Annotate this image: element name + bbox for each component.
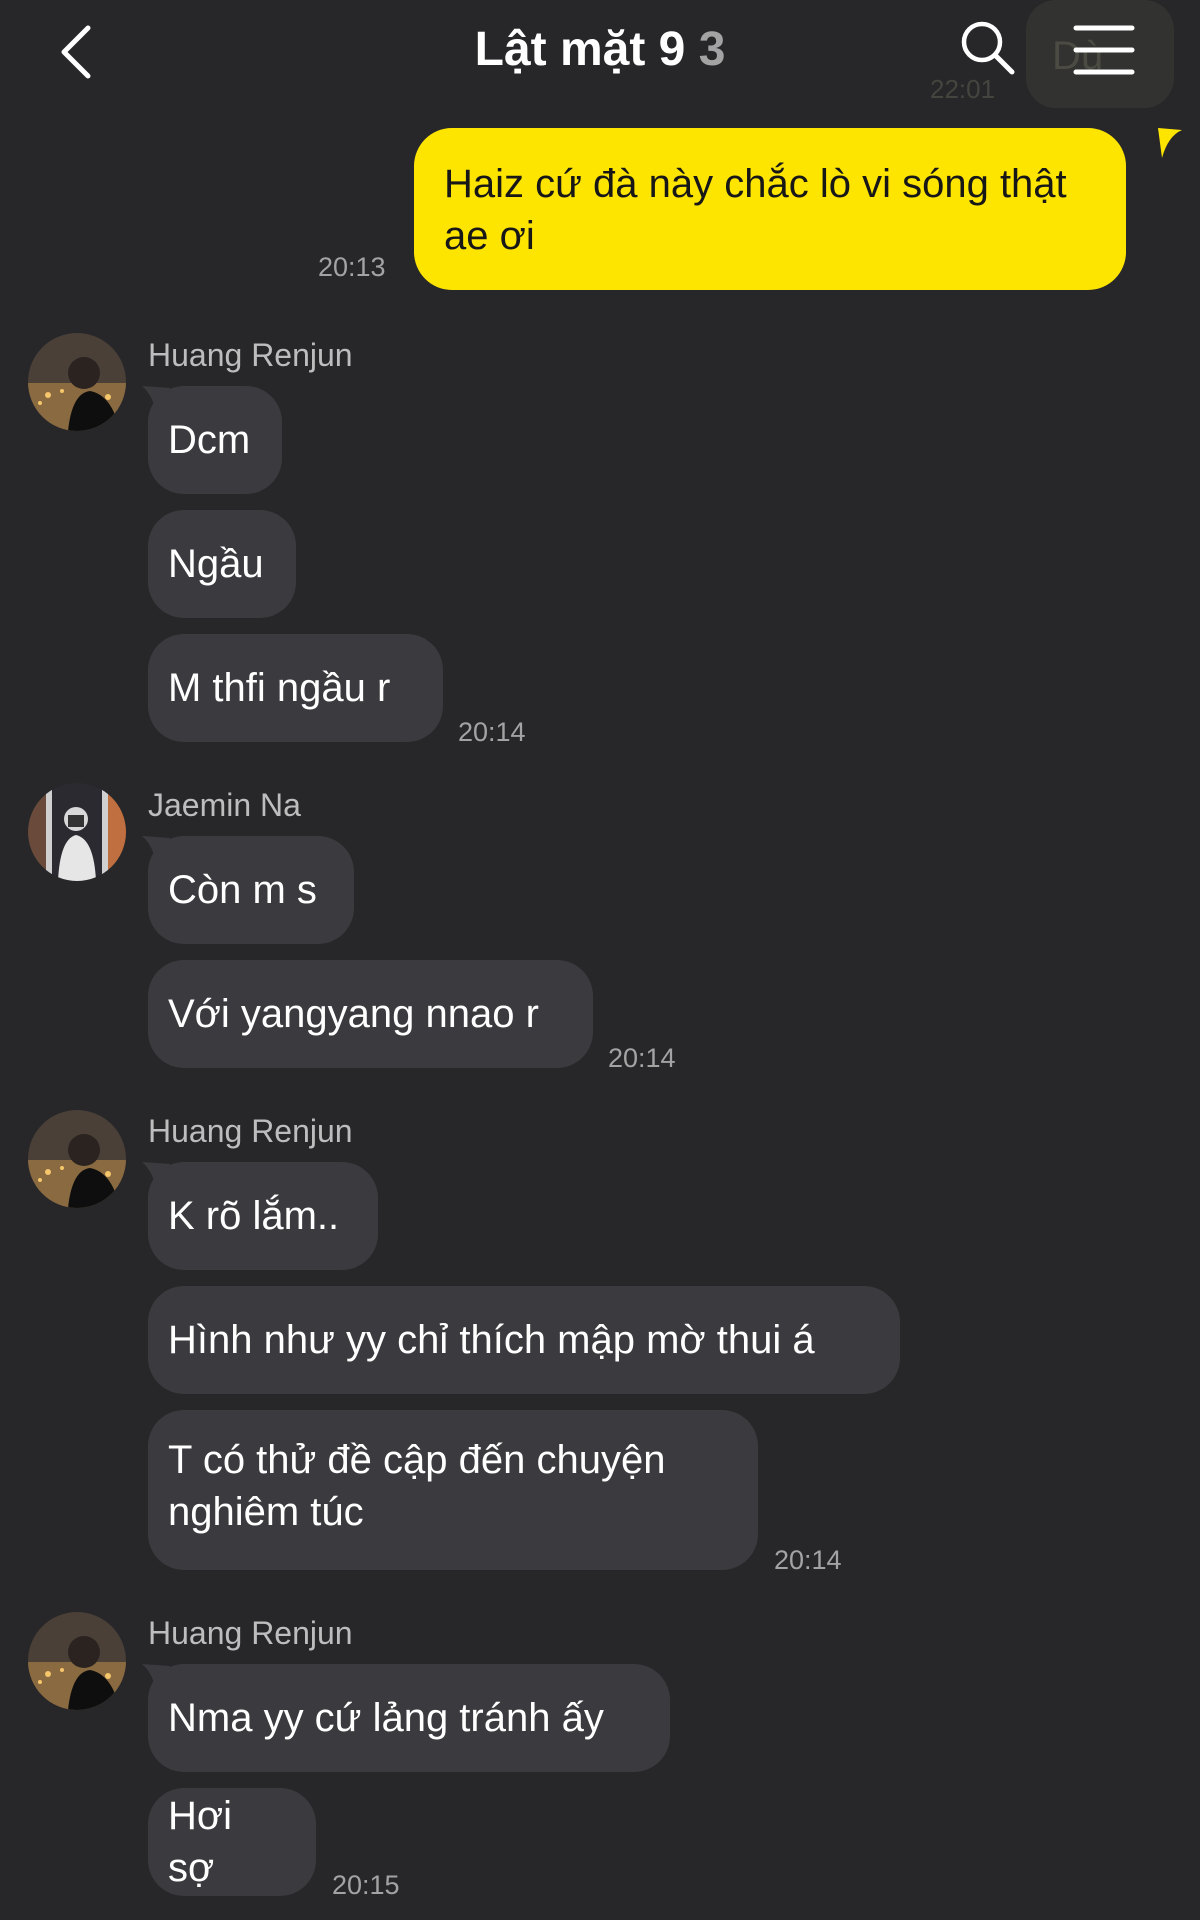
message-text: Còn m s [168, 868, 317, 912]
message-text-line: Haiz cứ đà này chắc lò vi sóng thật [444, 162, 1067, 206]
message-text: M thfi ngầu r [168, 666, 391, 710]
incoming-message-bubble[interactable]: Với yangyang nnao r [148, 960, 593, 1068]
message-text-line: ae ơi [444, 214, 535, 258]
search-icon[interactable] [958, 18, 1018, 78]
message-time: 20:15 [332, 1870, 400, 1900]
outgoing-message-bubble[interactable]: Haiz cứ đà này chắc lò vi sóng thật ae ơ… [414, 128, 1126, 290]
avatar-photo [28, 333, 126, 431]
message-time: 20:14 [608, 1043, 676, 1073]
incoming-message-bubble[interactable]: Còn m s [148, 836, 354, 944]
incoming-message-bubble[interactable]: T có thử đề cập đến chuyện nghiêm túc [148, 1410, 758, 1570]
menu-icon[interactable] [1072, 22, 1136, 78]
avatar[interactable] [28, 783, 126, 881]
message-text: Ngầu [168, 542, 264, 586]
incoming-message-bubble[interactable]: Ngầu [148, 510, 296, 618]
message-time: 20:13 [318, 252, 386, 282]
incoming-message-bubble[interactable]: K rõ lắm.. [148, 1162, 378, 1270]
incoming-message-bubble[interactable]: Hơi sợ [148, 1788, 316, 1896]
chat-title: Lật mặt 9 3 [0, 20, 1200, 80]
sender-name: Huang Renjun [148, 337, 353, 373]
member-count: 3 [698, 23, 726, 76]
message-text-line: nghiêm túc [168, 1490, 364, 1534]
message-text: Dcm [168, 418, 251, 462]
avatar-photo [28, 783, 126, 881]
sender-name: Huang Renjun [148, 1113, 353, 1149]
avatar-photo [28, 1612, 126, 1710]
message-time: 20:14 [774, 1545, 842, 1575]
avatar[interactable] [28, 1110, 126, 1208]
chat-header: Lật mặt 9 3 Dù 22:01 [0, 0, 1200, 108]
avatar-photo [28, 1110, 126, 1208]
incoming-message-bubble[interactable]: Nma yy cứ lảng tránh ấy [148, 1664, 670, 1772]
chat-room-name: Lật mặt 9 [474, 23, 686, 76]
incoming-message-bubble[interactable]: Dcm [148, 386, 282, 494]
incoming-message-bubble[interactable]: M thfi ngầu r [148, 634, 443, 742]
message-text: Nma yy cứ lảng tránh ấy [168, 1696, 604, 1740]
sender-name: Jaemin Na [148, 787, 301, 823]
sender-name: Huang Renjun [148, 1615, 353, 1651]
message-text: Với yangyang nnao r [168, 992, 539, 1036]
avatar[interactable] [28, 1612, 126, 1710]
message-text: Hơi sợ [168, 1794, 233, 1890]
message-time: 20:14 [458, 717, 526, 747]
ghost-timestamp: 22:01 [930, 74, 996, 104]
incoming-message-bubble[interactable]: Hình như yy chỉ thích mập mờ thui á [148, 1286, 900, 1394]
message-text: K rõ lắm.. [168, 1194, 340, 1238]
bubble-tail [1158, 128, 1182, 158]
message-text: Hình như yy chỉ thích mập mờ thui á [168, 1318, 815, 1362]
avatar[interactable] [28, 333, 126, 431]
message-text-line: T có thử đề cập đến chuyện [168, 1438, 666, 1482]
